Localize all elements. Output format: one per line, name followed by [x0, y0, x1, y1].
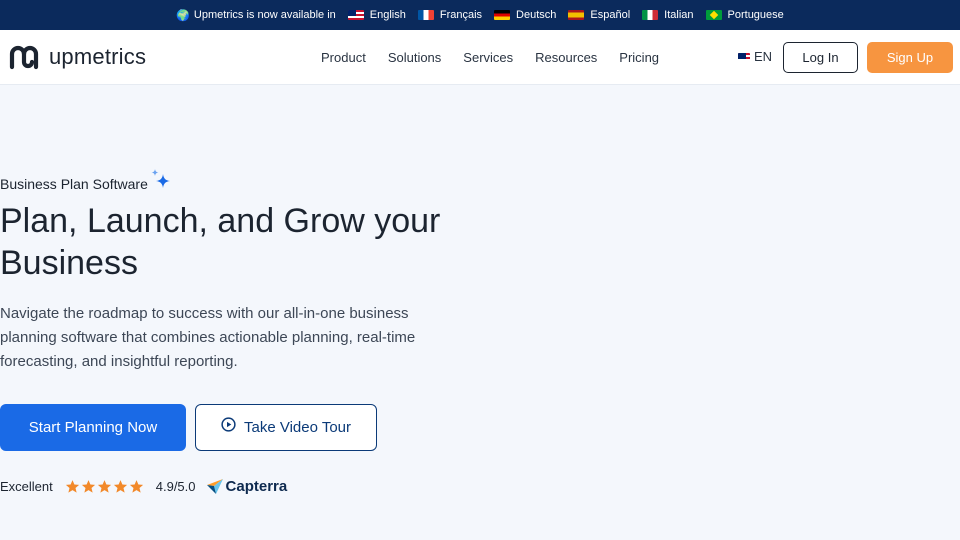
upmetrics-logo-icon — [9, 45, 39, 70]
spain-flag-icon — [568, 10, 585, 20]
hero-title-line1: Plan, Launch, and Grow your — [0, 202, 441, 240]
hero-title: Plan, Launch, and Grow your Business — [0, 200, 470, 284]
video-tour-label: Take Video Tour — [243, 419, 352, 436]
announcement-text: Upmetrics is now available in — [193, 9, 336, 21]
star-rating — [65, 479, 144, 494]
language-switcher[interactable]: EN — [738, 49, 772, 64]
language-link-english[interactable]: English — [347, 9, 406, 21]
capterra-logo-icon — [206, 479, 223, 494]
start-planning-button[interactable]: Start Planning Now — [0, 404, 186, 451]
uk-flag-icon — [347, 10, 364, 20]
nav-item-pricing[interactable]: Pricing — [619, 50, 659, 65]
language-label: Français — [439, 9, 483, 21]
france-flag-icon — [417, 10, 434, 20]
nav-item-resources[interactable]: Resources — [535, 50, 597, 65]
language-link-deutsch[interactable]: Deutsch — [494, 9, 556, 21]
logo-wordmark: upmetrics — [49, 44, 147, 69]
signup-button[interactable]: Sign Up — [867, 42, 953, 73]
nav-item-solutions[interactable]: Solutions — [388, 50, 441, 65]
login-button[interactable]: Log In — [783, 42, 858, 73]
star-icon — [129, 479, 143, 493]
language-link-espanol[interactable]: Español — [568, 9, 630, 21]
germany-flag-icon — [494, 10, 511, 20]
globe-icon: 🌍 — [176, 9, 190, 22]
language-label: Deutsch — [516, 9, 557, 21]
language-label: Español — [590, 9, 631, 21]
language-label: Portuguese — [727, 9, 784, 21]
play-circle-icon — [221, 417, 236, 432]
video-tour-button[interactable]: Take Video Tour — [195, 404, 377, 451]
upmetrics-logo[interactable]: upmetrics — [7, 40, 146, 74]
nav-item-product[interactable]: Product — [321, 50, 366, 65]
rating-score: 4.9/5.0 — [155, 478, 196, 494]
us-flag-icon — [738, 52, 750, 61]
rating-label: Excellent — [0, 478, 53, 494]
hero-title-line2: Business — [0, 244, 138, 282]
language-label: English — [369, 9, 406, 21]
main-nav: Product Solutions Services Resources Pri… — [310, 30, 670, 85]
language-link-italian[interactable]: Italian — [642, 9, 694, 21]
site-header: upmetrics Product Solutions Services Res… — [0, 30, 960, 85]
star-icon — [65, 479, 79, 493]
brazil-flag-icon — [705, 10, 722, 20]
rating-strip: Excellent 4.9/5.0 Capterra — [0, 476, 287, 496]
eyebrow-text: Business Plan Software — [0, 176, 148, 192]
star-icon — [113, 479, 127, 493]
nav-item-services[interactable]: Services — [463, 50, 513, 65]
hero-eyebrow: Business Plan Software — [0, 169, 172, 192]
language-announcement-bar: 🌍 Upmetrics is now available in English … — [0, 0, 960, 30]
star-icon — [97, 479, 111, 493]
sparkle-icon — [151, 169, 170, 188]
language-link-francais[interactable]: Français — [417, 9, 483, 21]
hero-description: Navigate the roadmap to success with our… — [0, 305, 416, 370]
capterra-link[interactable]: Capterra — [206, 477, 288, 495]
language-code: EN — [754, 49, 773, 64]
language-label: Italian — [664, 9, 694, 21]
italy-flag-icon — [642, 10, 659, 20]
language-link-portuguese[interactable]: Portuguese — [705, 9, 784, 21]
capterra-wordmark: Capterra — [225, 477, 288, 495]
star-icon — [81, 479, 95, 493]
